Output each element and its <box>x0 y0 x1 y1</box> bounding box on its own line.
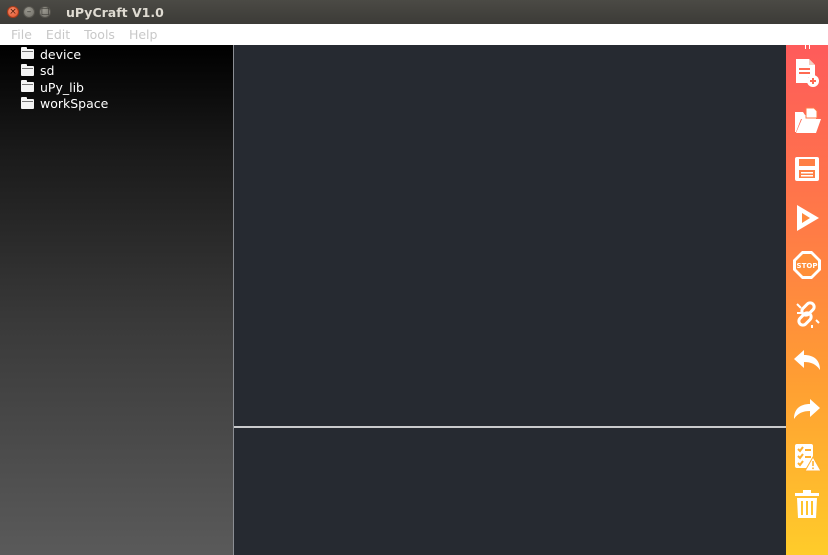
disconnect-icon <box>796 301 820 328</box>
redo-button[interactable] <box>791 393 823 427</box>
menu-bar: File Edit Tools Help <box>0 24 828 45</box>
minimize-window-button[interactable]: – <box>23 6 35 18</box>
folder-icon <box>21 47 34 60</box>
run-button[interactable] <box>791 201 823 235</box>
minimize-icon: – <box>26 6 32 17</box>
file-tree: device sd uPy_lib workSpace <box>0 45 233 555</box>
folder-icon <box>21 80 34 93</box>
toolbar-grip-handle[interactable] <box>805 45 810 49</box>
open-folder-icon <box>795 107 821 133</box>
save-button[interactable] <box>791 152 823 186</box>
stop-label: STOP <box>797 262 818 270</box>
terminal-panel[interactable] <box>234 428 786 555</box>
tree-item-label: workSpace <box>40 96 109 112</box>
stop-button[interactable]: STOP <box>791 248 823 282</box>
title-bar: × – □ uPyCraft V1.0 <box>0 0 828 24</box>
new-file-icon <box>796 59 819 87</box>
tree-item-upy-lib[interactable]: uPy_lib <box>0 79 233 96</box>
code-editor[interactable] <box>234 45 786 426</box>
undo-icon <box>794 350 820 370</box>
folder-icon <box>21 96 34 109</box>
tree-item-label: sd <box>40 63 55 79</box>
menu-file[interactable]: File <box>11 27 32 42</box>
tree-item-device[interactable]: device <box>0 46 233 63</box>
syntax-check-icon <box>795 444 822 472</box>
maximize-icon: □ <box>40 6 50 17</box>
side-toolbar: STOP <box>786 45 828 555</box>
menu-help[interactable]: Help <box>129 27 158 42</box>
maximize-window-button[interactable]: □ <box>39 6 51 18</box>
tree-item-sd[interactable]: sd <box>0 63 233 80</box>
stop-icon: STOP <box>793 251 821 279</box>
save-icon <box>795 157 819 181</box>
tree-item-label: device <box>40 46 82 62</box>
open-file-button[interactable] <box>791 104 823 138</box>
clear-icon <box>795 490 819 518</box>
syntax-check-button[interactable] <box>791 440 823 474</box>
undo-button[interactable] <box>791 344 823 378</box>
tree-item-workspace[interactable]: workSpace <box>0 96 233 113</box>
run-icon <box>797 205 819 231</box>
menu-edit[interactable]: Edit <box>46 27 70 42</box>
close-window-button[interactable]: × <box>7 6 19 18</box>
disconnect-button[interactable] <box>791 297 823 331</box>
new-file-button[interactable] <box>791 56 823 90</box>
menu-tools[interactable]: Tools <box>84 27 115 42</box>
folder-icon <box>21 63 34 76</box>
window-title: uPyCraft V1.0 <box>66 4 164 20</box>
redo-icon <box>794 399 820 419</box>
tree-item-label: uPy_lib <box>40 79 84 95</box>
clear-button[interactable] <box>791 487 823 521</box>
close-icon: × <box>9 6 17 17</box>
